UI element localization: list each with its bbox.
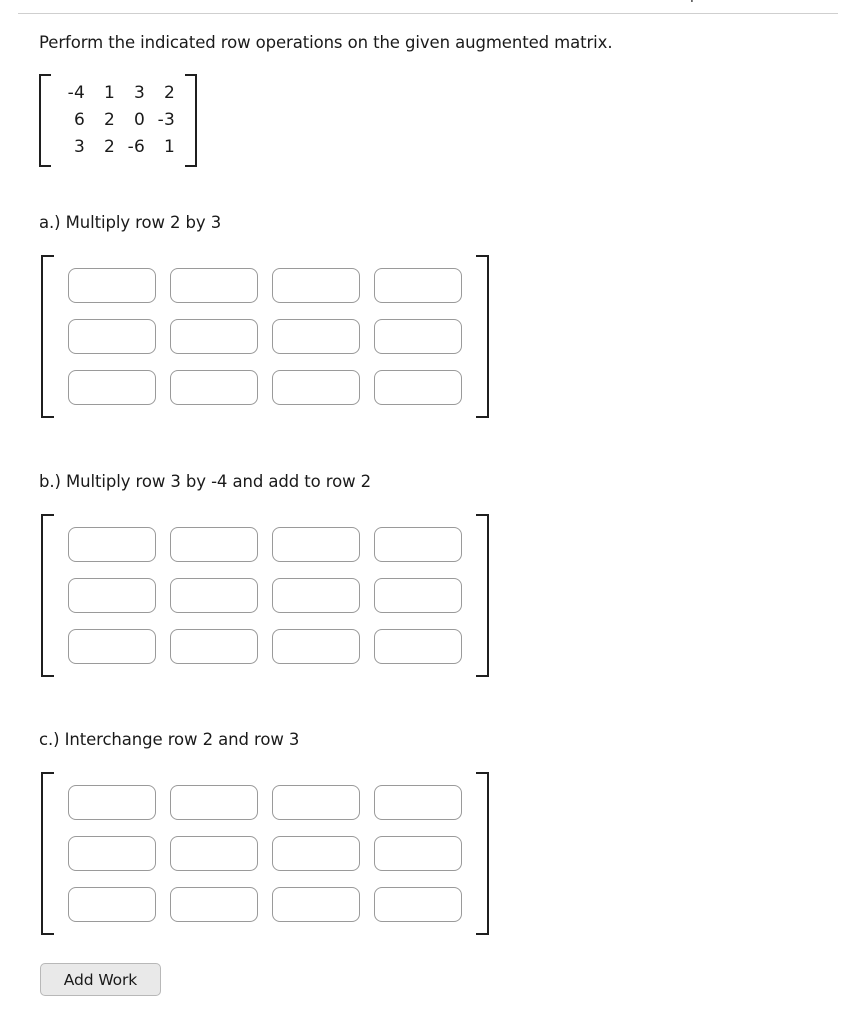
answer-row: [68, 887, 462, 922]
part-b-cell-r1c4[interactable]: [374, 527, 462, 562]
answer-right-bracket: [476, 255, 489, 418]
question-prompt: Perform the indicated row operations on …: [39, 33, 613, 52]
part-b-cell-r2c1[interactable]: [68, 578, 156, 613]
matrix-cell: 0: [133, 110, 145, 130]
part-b-label: b.) Multiply row 3 by -4 and add to row …: [39, 472, 372, 491]
matrix-cell: 1: [163, 137, 175, 157]
part-b-input-grid: [54, 514, 476, 677]
part-b-cell-r3c2[interactable]: [170, 629, 258, 664]
matrix-cell: 6: [73, 110, 85, 130]
part-c-cell-r3c1[interactable]: [68, 887, 156, 922]
part-a-cell-r1c2[interactable]: [170, 268, 258, 303]
clipped-top-faint-fragment: —: [796, 0, 808, 6]
matrix-left-bracket: [39, 74, 51, 167]
part-b-cell-r3c4[interactable]: [374, 629, 462, 664]
part-b-answer-matrix: [41, 514, 489, 677]
part-a-cell-r1c4[interactable]: [374, 268, 462, 303]
part-c-cell-r2c4[interactable]: [374, 836, 462, 871]
answer-right-bracket: [476, 772, 489, 935]
answer-row: [68, 319, 462, 354]
part-c-cell-r2c3[interactable]: [272, 836, 360, 871]
answer-row: [68, 527, 462, 562]
part-b-cell-r3c1[interactable]: [68, 629, 156, 664]
matrix-cell: -4: [67, 83, 85, 103]
part-c-cell-r3c4[interactable]: [374, 887, 462, 922]
matrix-cell: 2: [103, 110, 115, 130]
matrix-cell: 1: [103, 83, 115, 103]
part-c-cell-r2c1[interactable]: [68, 836, 156, 871]
part-a-label: a.) Multiply row 2 by 3: [39, 213, 222, 232]
part-c-cell-r1c1[interactable]: [68, 785, 156, 820]
matrix-cell: 3: [73, 137, 85, 157]
part-c-cell-r1c2[interactable]: [170, 785, 258, 820]
part-c-input-grid: [54, 772, 476, 935]
part-b-cell-r1c3[interactable]: [272, 527, 360, 562]
clipped-top-text-fragment: I: [690, 0, 694, 6]
part-a-answer-matrix: [41, 255, 489, 418]
part-c-cell-r1c3[interactable]: [272, 785, 360, 820]
part-a-cell-r3c1[interactable]: [68, 370, 156, 405]
answer-left-bracket: [41, 772, 54, 935]
part-c-answer-matrix: [41, 772, 489, 935]
part-b-cell-r2c2[interactable]: [170, 578, 258, 613]
given-matrix-row: 3 2 -6 1: [59, 134, 179, 161]
answer-row: [68, 370, 462, 405]
answer-row: [68, 785, 462, 820]
answer-left-bracket: [41, 255, 54, 418]
given-matrix-row: 6 2 0 -3: [59, 107, 179, 134]
answer-right-bracket: [476, 514, 489, 677]
matrix-cell: -6: [127, 137, 145, 157]
part-a-cell-r2c3[interactable]: [272, 319, 360, 354]
part-b-cell-r1c2[interactable]: [170, 527, 258, 562]
part-a-input-grid: [54, 255, 476, 418]
add-work-button[interactable]: Add Work: [40, 963, 161, 996]
part-c-cell-r3c3[interactable]: [272, 887, 360, 922]
part-c-label: c.) Interchange row 2 and row 3: [39, 730, 300, 749]
part-b-cell-r1c1[interactable]: [68, 527, 156, 562]
part-b-cell-r2c3[interactable]: [272, 578, 360, 613]
answer-left-bracket: [41, 514, 54, 677]
matrix-cell: 3: [133, 83, 145, 103]
part-a-cell-r1c3[interactable]: [272, 268, 360, 303]
part-a-cell-r3c3[interactable]: [272, 370, 360, 405]
header-divider: [18, 13, 838, 14]
matrix-cell: 2: [103, 137, 115, 157]
part-c-cell-r2c2[interactable]: [170, 836, 258, 871]
matrix-cell: 2: [163, 83, 175, 103]
answer-row: [68, 629, 462, 664]
answer-row: [68, 268, 462, 303]
part-a-cell-r3c4[interactable]: [374, 370, 462, 405]
answer-row: [68, 578, 462, 613]
matrix-right-bracket: [185, 74, 197, 167]
given-augmented-matrix: -4 1 3 2 6 2 0 -3 3 2 -6 1: [39, 74, 197, 167]
part-c-cell-r3c2[interactable]: [170, 887, 258, 922]
part-a-cell-r2c1[interactable]: [68, 319, 156, 354]
part-a-cell-r2c4[interactable]: [374, 319, 462, 354]
given-matrix-row: -4 1 3 2: [59, 80, 179, 107]
matrix-cell: -3: [157, 110, 175, 130]
part-b-cell-r3c3[interactable]: [272, 629, 360, 664]
part-a-cell-r2c2[interactable]: [170, 319, 258, 354]
part-a-cell-r1c1[interactable]: [68, 268, 156, 303]
part-b-cell-r2c4[interactable]: [374, 578, 462, 613]
part-c-cell-r1c4[interactable]: [374, 785, 462, 820]
answer-row: [68, 836, 462, 871]
given-matrix-rows: -4 1 3 2 6 2 0 -3 3 2 -6 1: [51, 74, 185, 167]
part-a-cell-r3c2[interactable]: [170, 370, 258, 405]
